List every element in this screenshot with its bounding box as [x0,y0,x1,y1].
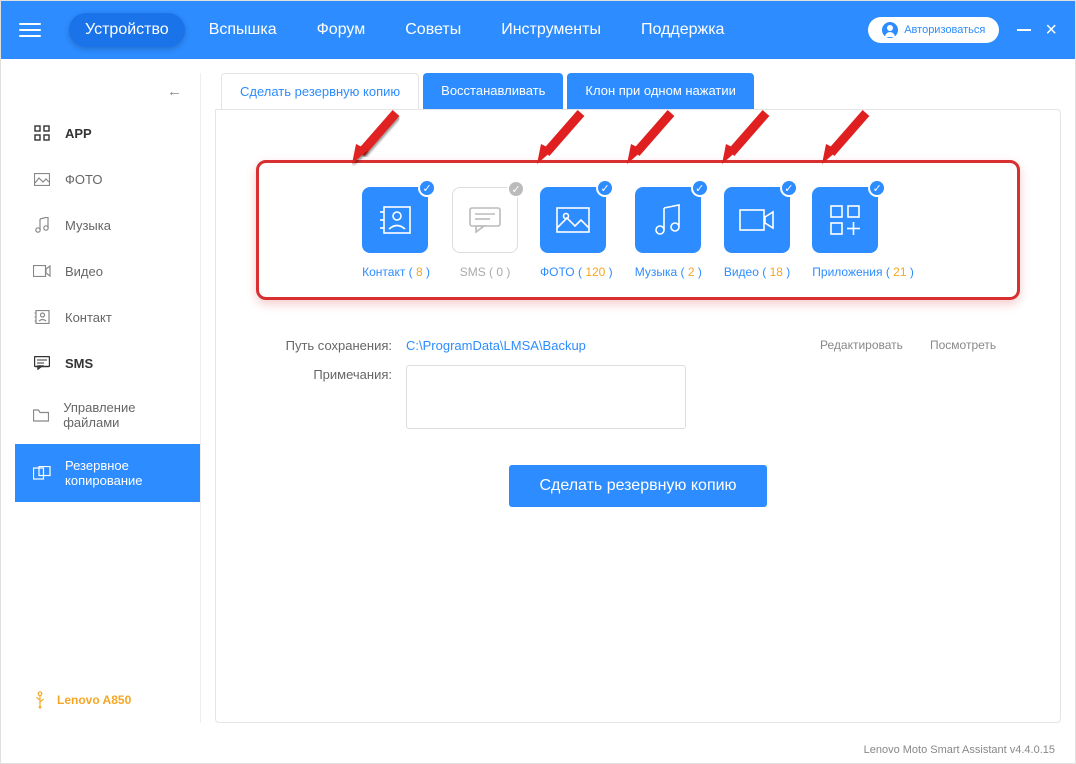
card-photo[interactable]: ✓ ФОТО ( 120 ) [540,187,613,279]
notes-label: Примечания: [256,365,406,382]
nav-device[interactable]: Устройство [69,13,185,47]
tabs: Сделать резервную копию Восстанавливать … [215,73,1061,109]
card-video[interactable]: ✓ Видео ( 18 ) [724,187,790,279]
footer: Lenovo Moto Smart Assistant v4.4.0.15 [1,737,1075,763]
nav-support[interactable]: Поддержка [625,13,740,47]
window-controls: × [1017,23,1057,37]
sidebar-item-contact[interactable]: Контакт [15,294,200,340]
card-label: Видео ( 18 ) [724,265,790,279]
nav-forum[interactable]: Форум [301,13,382,47]
device-name: Lenovo A850 [57,693,131,707]
sidebar-label: Контакт [65,310,112,325]
tab-restore[interactable]: Восстанавливать [423,73,563,109]
apps-card-icon: ✓ [812,187,878,253]
sidebar-label: SMS [65,356,93,371]
sidebar-item-app[interactable]: APP [15,110,200,156]
sidebar-item-music[interactable]: Музыка [15,202,200,248]
card-music[interactable]: ✓ Музыка ( 2 ) [635,187,702,279]
sidebar: ← APP ФОТО Музыка Видео Контакт SMS Упра… [15,73,201,723]
menu-icon[interactable] [19,19,41,41]
form-area: Путь сохранения: C:\ProgramData\LMSA\Bac… [256,336,1020,429]
sidebar-label: APP [65,126,92,141]
header-right: Авторизоваться × [868,17,1057,43]
check-icon: ✓ [868,179,886,197]
card-apps[interactable]: ✓ Приложения ( 21 ) [812,187,914,279]
backup-icon [33,464,51,482]
backup-button[interactable]: Сделать резервную копию [509,465,766,507]
card-label: Контакт ( 8 ) [362,265,430,279]
notes-input[interactable] [406,365,686,429]
card-label: ФОТО ( 120 ) [540,265,613,279]
folder-icon [33,406,49,424]
photo-card-icon: ✓ [540,187,606,253]
nav-tools[interactable]: Инструменты [485,13,617,47]
check-icon: ✓ [418,179,436,197]
annotation-arrow [716,108,776,168]
sms-card-icon: ✓ [452,187,518,253]
minimize-icon[interactable] [1017,29,1031,31]
content: ✓ Контакт ( 8 ) ✓ SMS ( 0 ) ✓ ФОТО ( 120… [215,109,1061,723]
nav-tips[interactable]: Советы [389,13,477,47]
header: Устройство Вспышка Форум Советы Инструме… [1,1,1075,59]
auth-button[interactable]: Авторизоваться [868,17,999,43]
card-sms[interactable]: ✓ SMS ( 0 ) [452,187,518,279]
device-indicator[interactable]: Lenovo A850 [15,677,200,723]
grid-icon [33,124,51,142]
close-icon[interactable]: × [1045,23,1057,37]
sidebar-item-sms[interactable]: SMS [15,340,200,386]
annotation-arrow [531,108,591,168]
photo-icon [33,170,51,188]
check-icon: ✓ [780,179,798,197]
sidebar-label: Резервное копирование [65,458,182,488]
main: Сделать резервную копию Восстанавливать … [215,73,1061,723]
top-nav: Устройство Вспышка Форум Советы Инструме… [69,13,740,47]
annotation-arrow [621,108,681,168]
view-button[interactable]: Посмотреть [930,336,1020,352]
sidebar-item-photo[interactable]: ФОТО [15,156,200,202]
music-icon [33,216,51,234]
contact-icon [33,308,51,326]
sidebar-item-video[interactable]: Видео [15,248,200,294]
path-value: C:\ProgramData\LMSA\Backup [406,336,820,353]
card-label: SMS ( 0 ) [452,265,518,279]
auth-label: Авторизоваться [904,24,985,36]
card-contact[interactable]: ✓ Контакт ( 8 ) [362,187,430,279]
video-card-icon: ✓ [724,187,790,253]
usb-icon [33,691,47,709]
path-label: Путь сохранения: [256,336,406,353]
annotation-arrow [816,108,876,168]
check-icon: ✓ [596,179,614,197]
music-card-icon: ✓ [635,187,701,253]
back-icon[interactable]: ← [15,79,200,110]
card-label: Музыка ( 2 ) [635,265,702,279]
contact-card-icon: ✓ [362,187,428,253]
check-icon: ✓ [507,180,525,198]
edit-button[interactable]: Редактировать [820,336,930,352]
sidebar-item-files[interactable]: Управление файлами [15,386,200,444]
sidebar-label: Музыка [65,218,111,233]
annotation-arrow [346,108,406,168]
card-label: Приложения ( 21 ) [812,265,914,279]
backup-cards: ✓ Контакт ( 8 ) ✓ SMS ( 0 ) ✓ ФОТО ( 120… [256,160,1020,300]
sidebar-label: Видео [65,264,103,279]
tab-clone[interactable]: Клон при одном нажатии [567,73,753,109]
nav-flash[interactable]: Вспышка [193,13,293,47]
sidebar-label: Управление файлами [63,400,182,430]
video-icon [33,262,51,280]
sidebar-item-backup[interactable]: Резервное копирование [15,444,200,502]
body: ← APP ФОТО Музыка Видео Контакт SMS Упра… [1,59,1075,737]
sms-icon [33,354,51,372]
check-icon: ✓ [691,179,709,197]
user-icon [882,22,898,38]
tab-backup[interactable]: Сделать резервную копию [221,73,419,109]
sidebar-label: ФОТО [65,172,102,187]
